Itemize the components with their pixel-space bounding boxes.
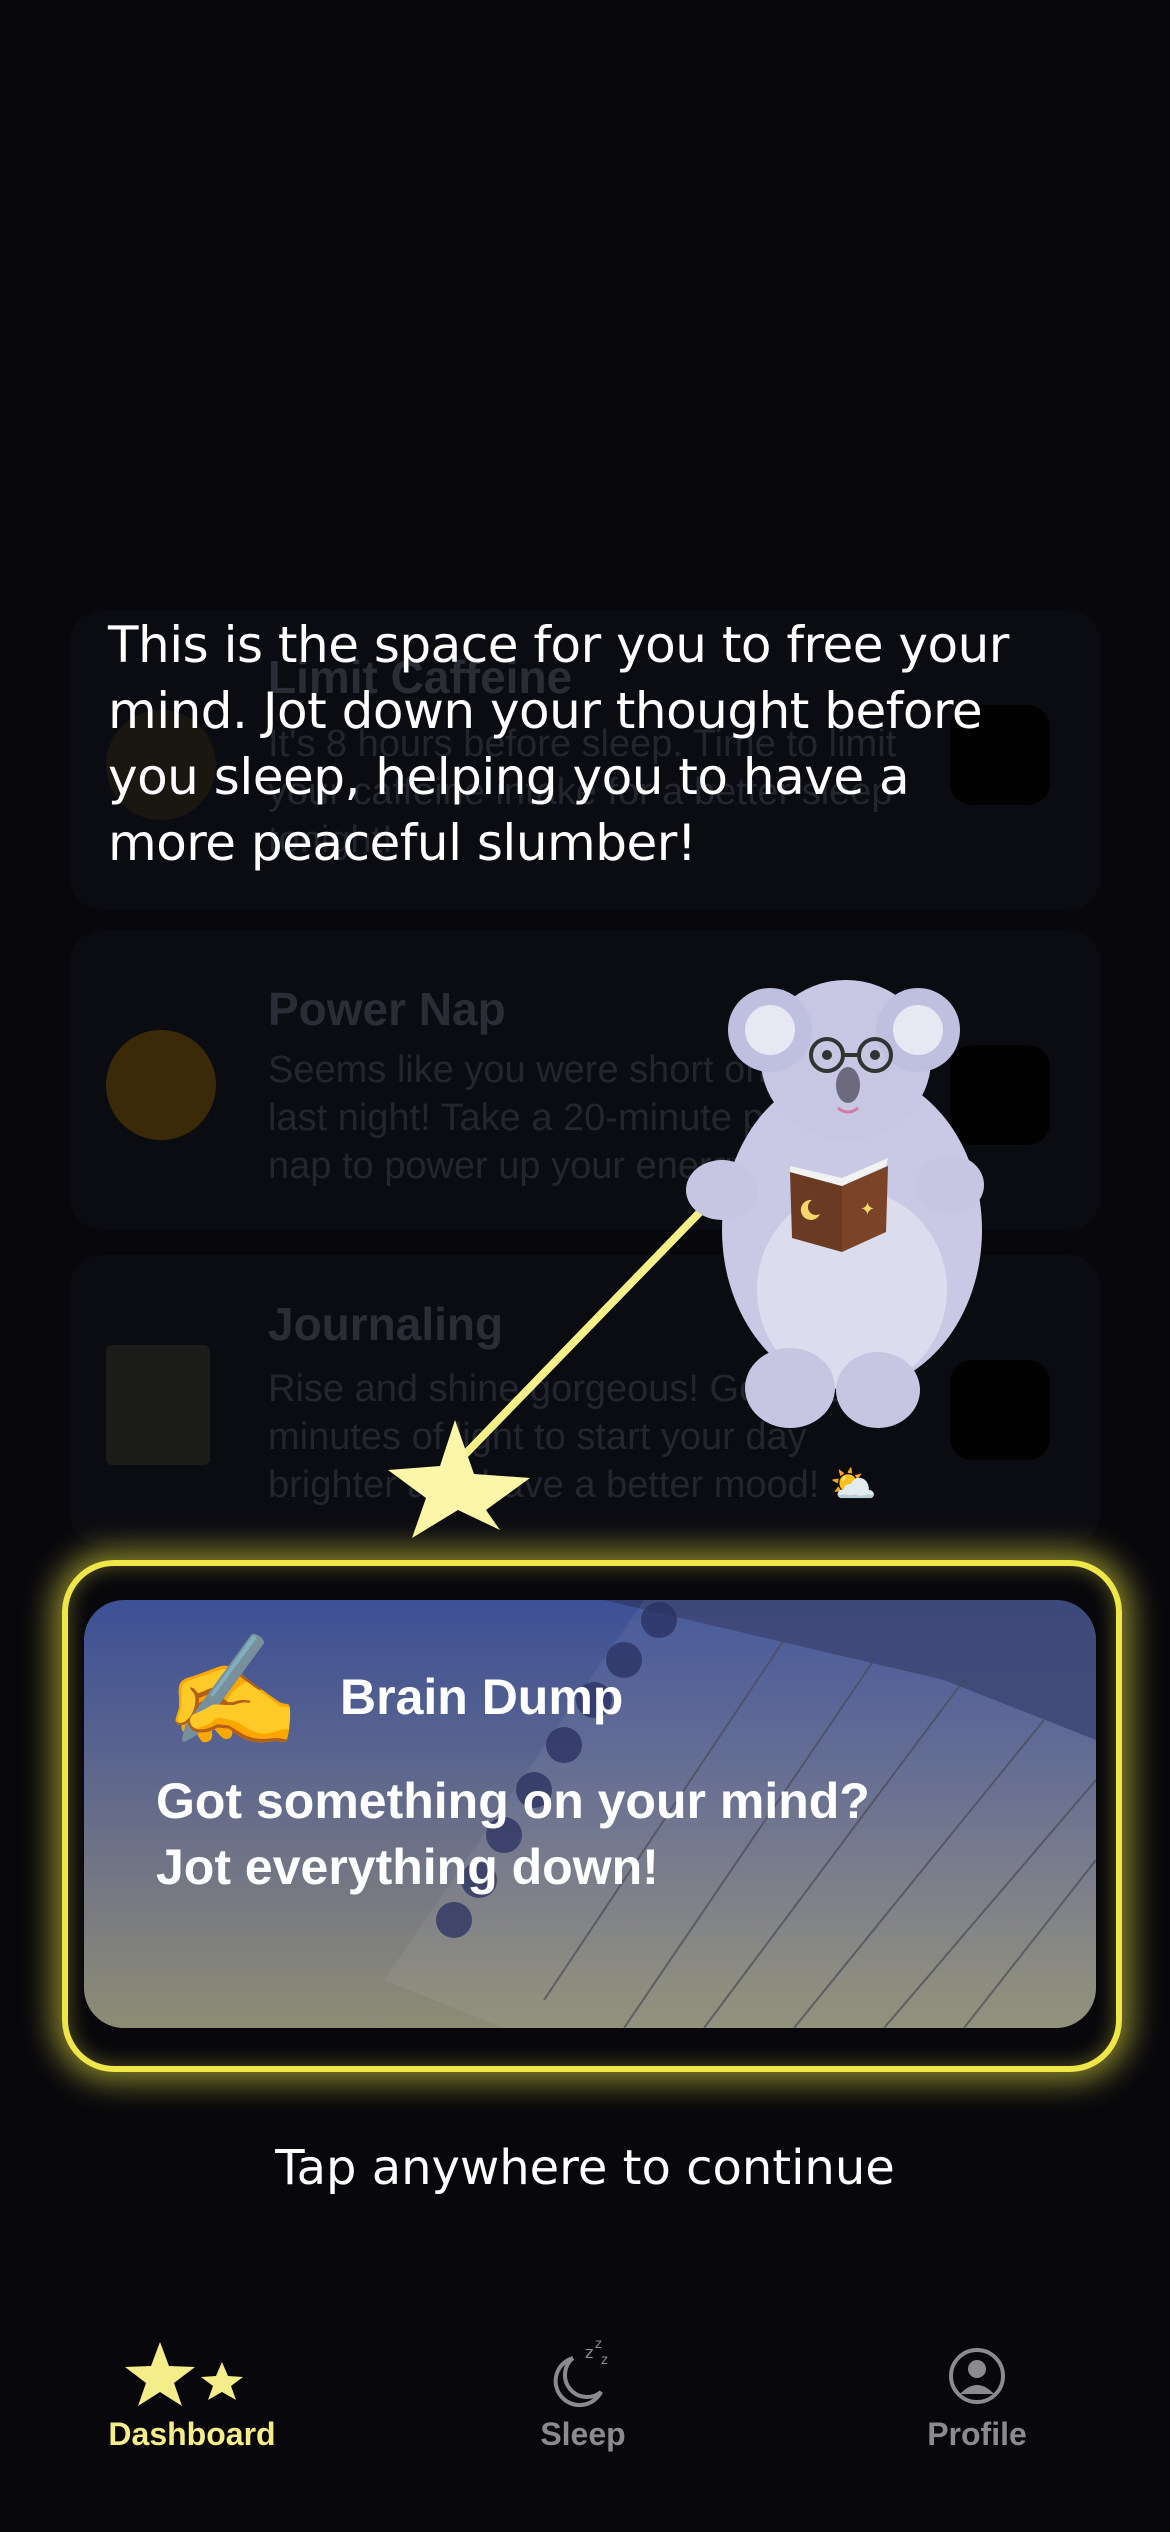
tab-sleep[interactable]: z z z Sleep	[433, 2328, 733, 2453]
tab-profile[interactable]: Profile	[827, 2328, 1127, 2453]
writing-hand-icon: ✍️	[164, 1630, 301, 1753]
tab-sleep-label: Sleep	[540, 2416, 626, 2452]
koala-mascot-illustration: ✦	[388, 980, 984, 1538]
tab-dashboard[interactable]: Dashboard	[42, 2328, 342, 2453]
card-title: Brain Dump	[340, 1669, 624, 1725]
tab-dashboard-label: Dashboard	[108, 2416, 276, 2452]
svg-text:z: z	[585, 2343, 593, 2362]
brain-dump-card[interactable]: ✍️ Brain Dump Got something on your mind…	[84, 1600, 1096, 2028]
profile-icon	[949, 2348, 1005, 2404]
card-body: Got something on your mind? Jot everythi…	[156, 1773, 870, 1895]
tap-to-continue-hint[interactable]: Tap anywhere to continue	[0, 2140, 1170, 2196]
svg-text:✦: ✦	[860, 1199, 875, 1220]
star-icon	[388, 1420, 530, 1538]
svg-text:z: z	[595, 2337, 602, 2352]
stars-icon	[125, 2342, 243, 2406]
bottom-tab-bar: Dashboard z z z Sleep Profile	[0, 2300, 1170, 2532]
tab-profile-label: Profile	[927, 2416, 1027, 2452]
moon-zzz-icon: z z z	[553, 2337, 608, 2408]
svg-text:z: z	[601, 2353, 608, 2368]
